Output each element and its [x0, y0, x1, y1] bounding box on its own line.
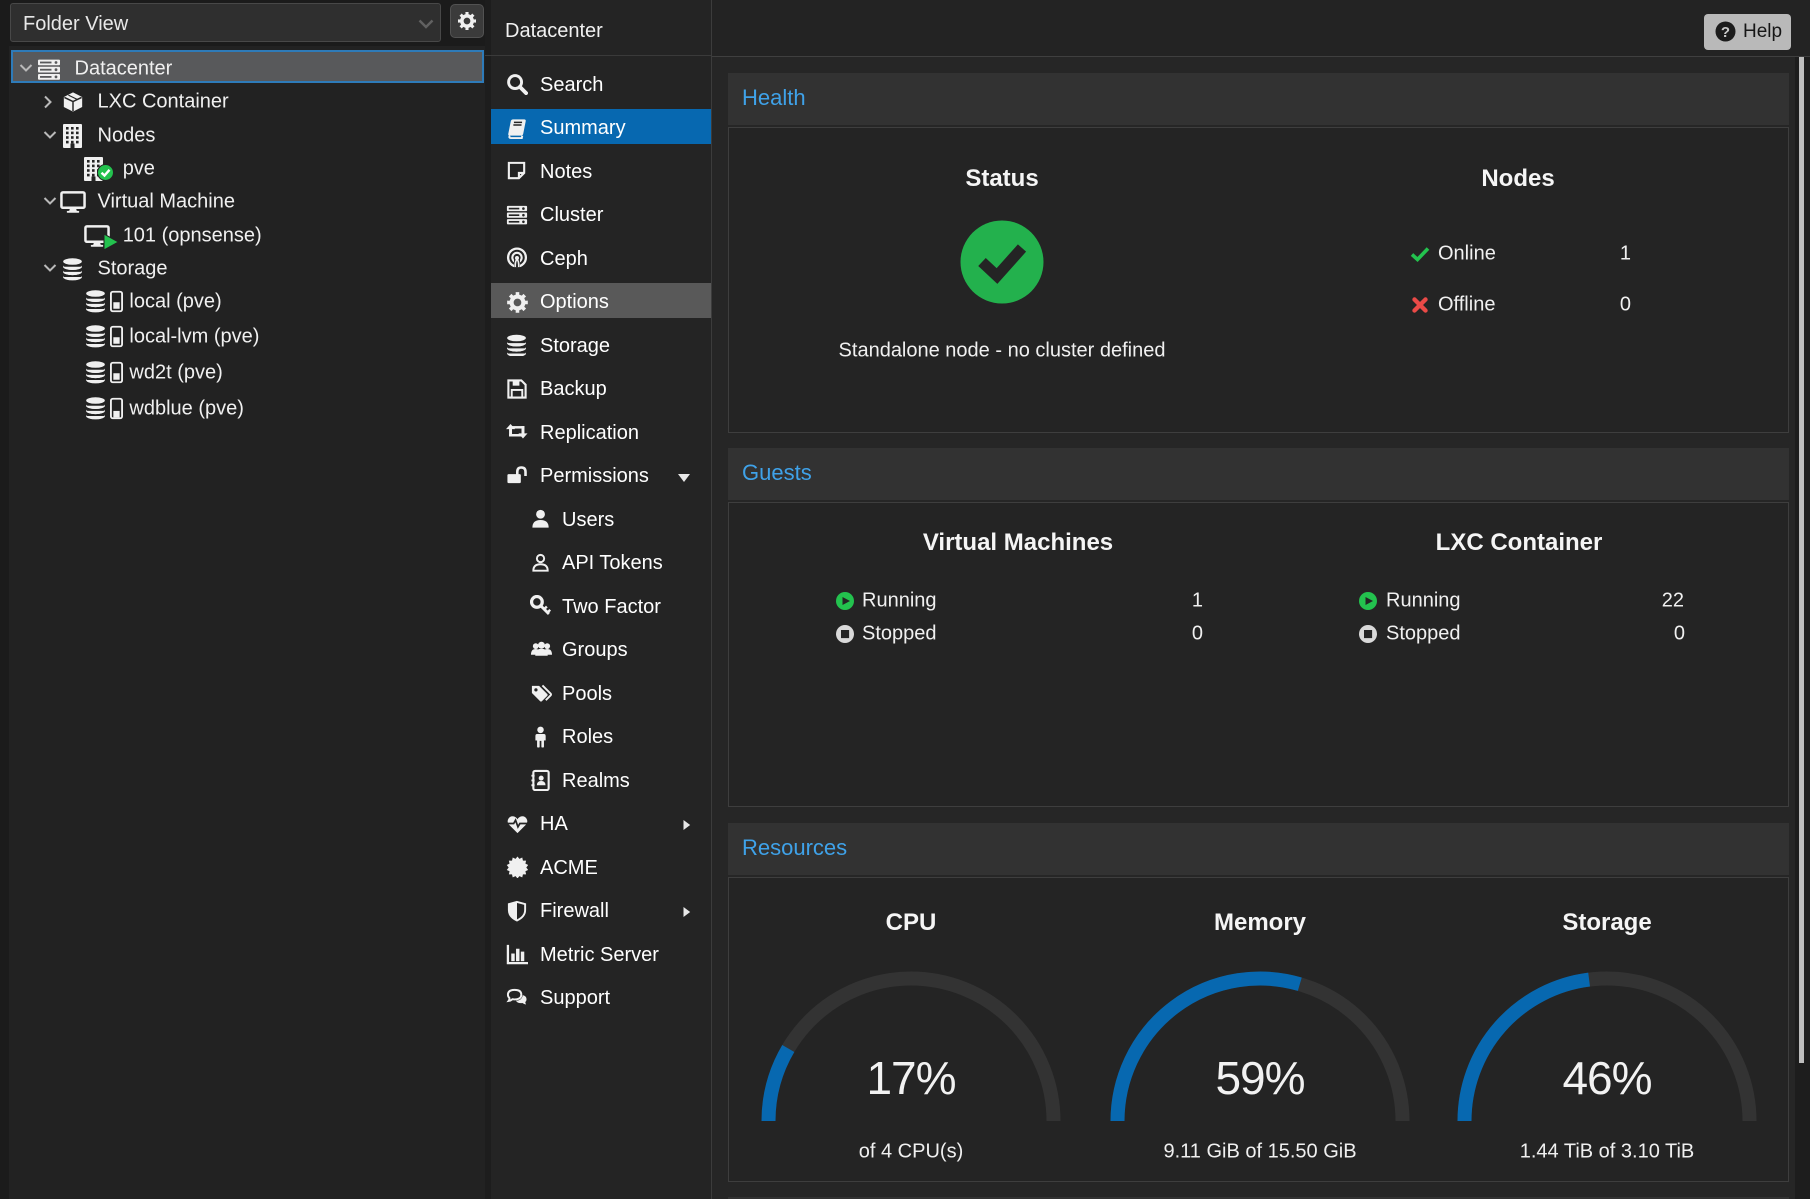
svg-text:?: ? [1721, 24, 1730, 41]
